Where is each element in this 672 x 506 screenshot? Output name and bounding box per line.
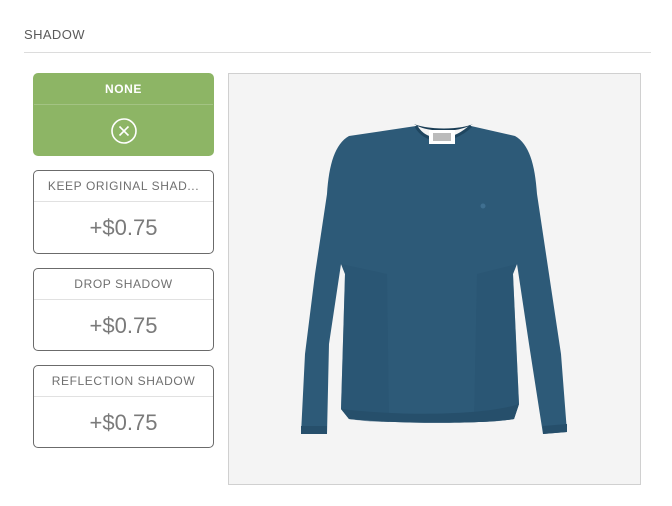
product-preview xyxy=(228,73,641,485)
option-price: +$0.75 xyxy=(89,215,158,240)
option-none[interactable]: NONE xyxy=(33,73,214,156)
shirt-image xyxy=(301,124,567,434)
option-keep-original-shadow[interactable]: KEEP ORIGINAL SHAD... +$0.75 xyxy=(33,170,214,254)
option-drop-shadow[interactable]: DROP SHADOW +$0.75 xyxy=(33,268,214,351)
divider xyxy=(24,52,651,53)
option-price: +$0.75 xyxy=(89,410,158,435)
option-label: KEEP ORIGINAL SHAD... xyxy=(34,171,213,202)
option-price: +$0.75 xyxy=(89,313,158,338)
cancel-circle-icon xyxy=(110,117,137,144)
option-label: REFLECTION SHADOW xyxy=(34,366,213,397)
section-title: SHADOW xyxy=(24,27,85,42)
option-reflection-shadow[interactable]: REFLECTION SHADOW +$0.75 xyxy=(33,365,214,448)
option-label: NONE xyxy=(34,74,213,105)
option-label: DROP SHADOW xyxy=(34,269,213,300)
